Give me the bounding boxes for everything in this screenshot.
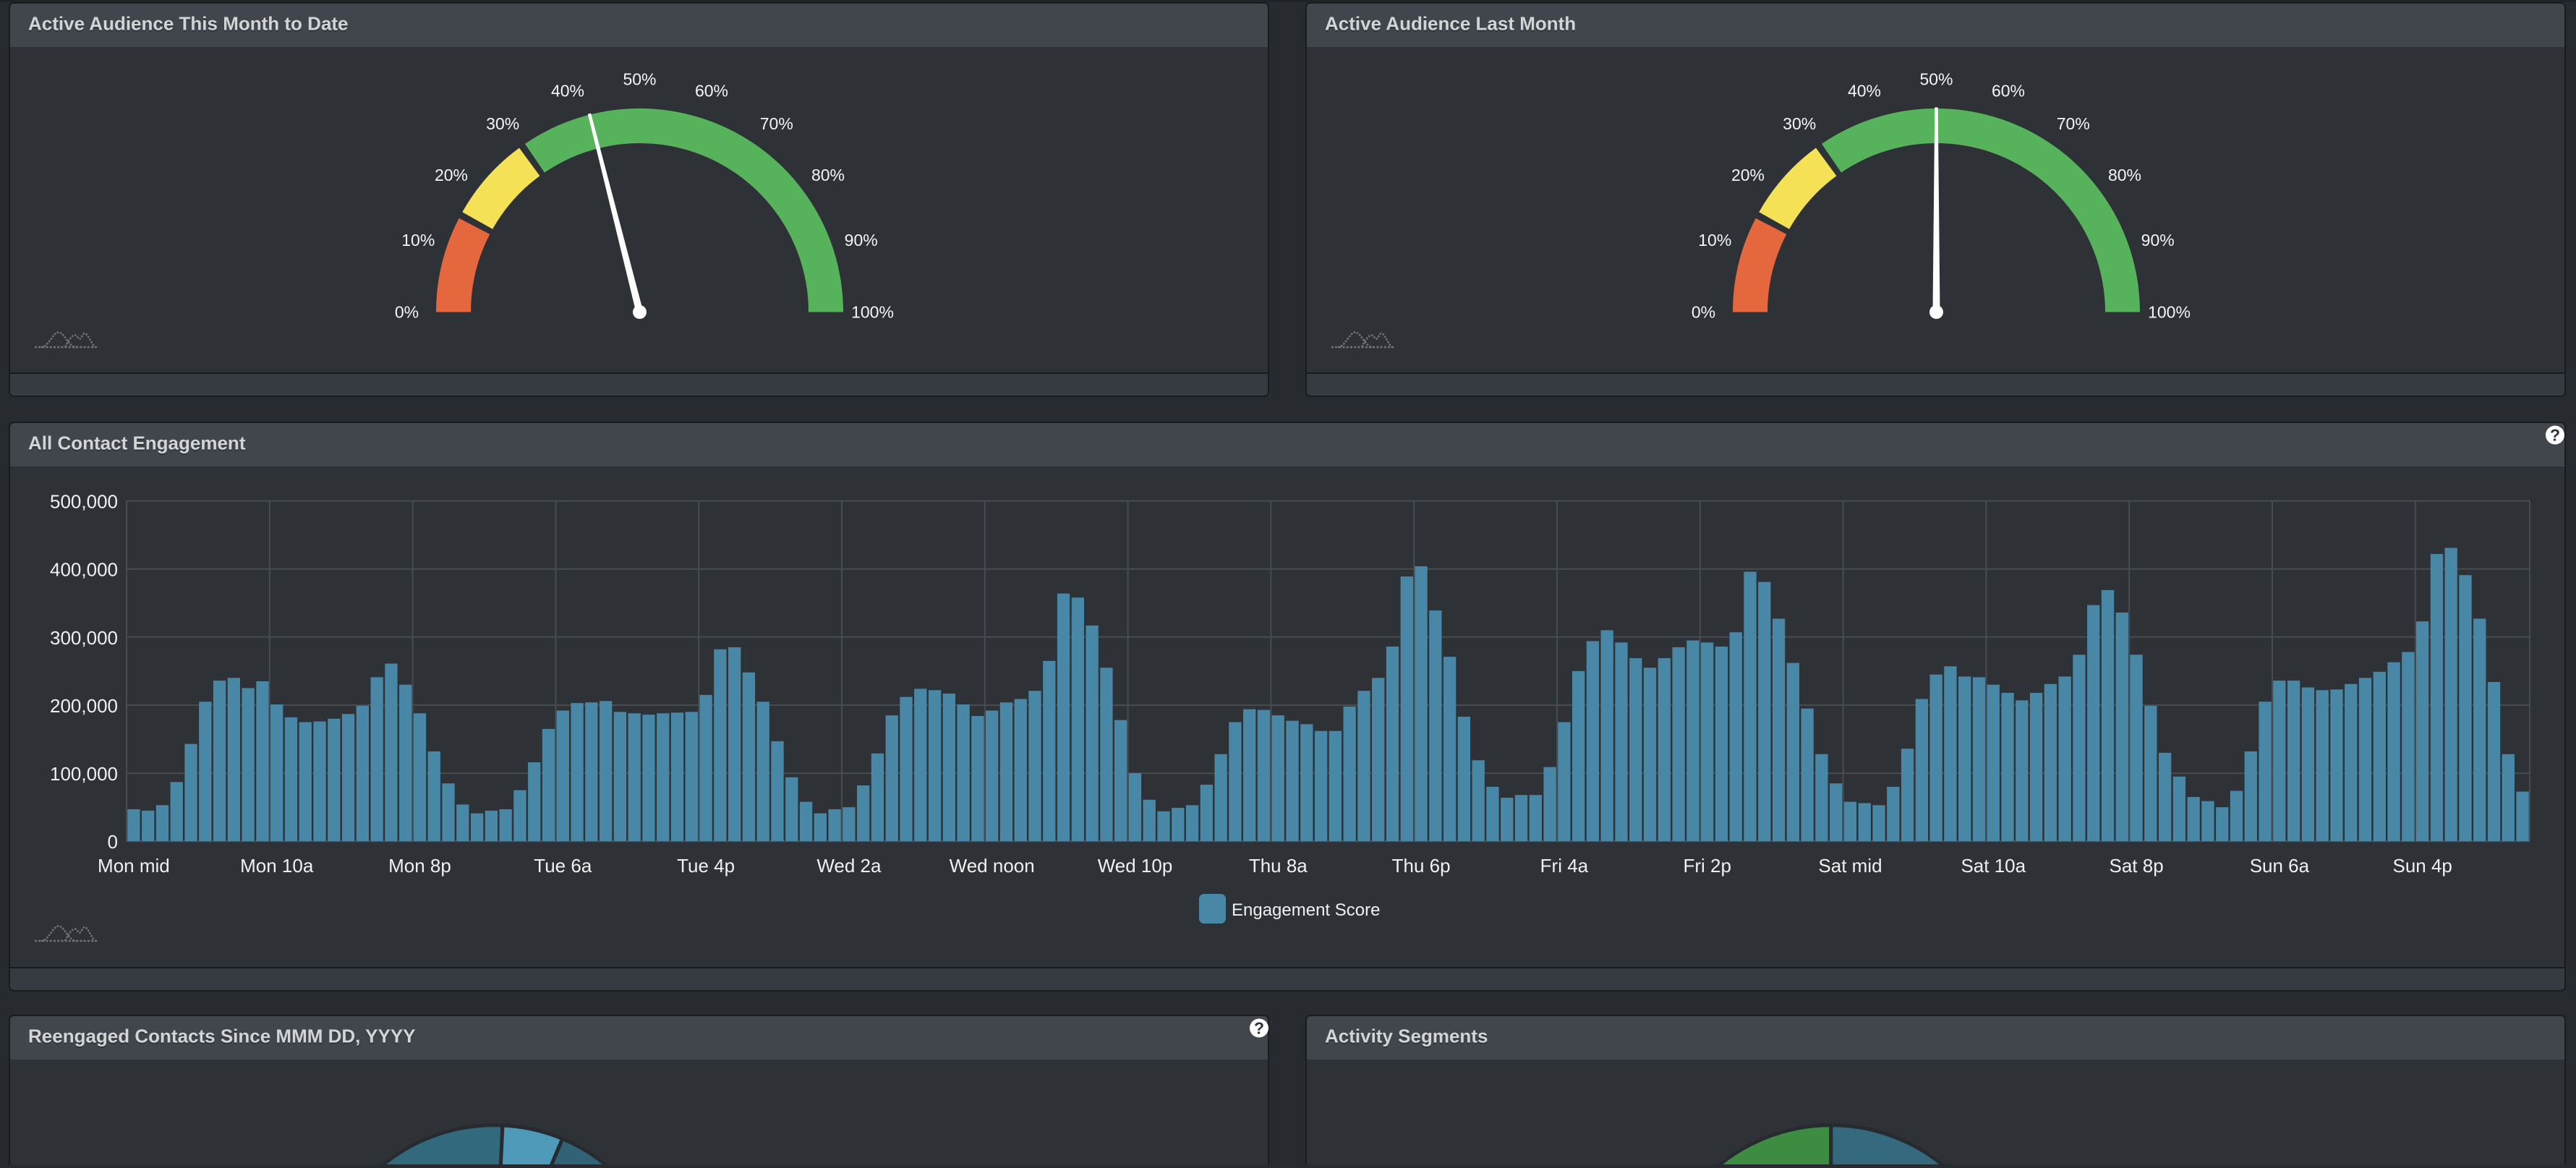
svg-text:300,000: 300,000	[50, 627, 118, 649]
svg-text:0%: 0%	[1692, 303, 1715, 322]
svg-text:50%: 50%	[1919, 70, 1953, 89]
svg-text:Mon 8p: Mon 8p	[388, 855, 451, 877]
svg-text:70%: 70%	[760, 114, 793, 133]
svg-text:20%: 20%	[1731, 166, 1765, 184]
svg-text:80%: 80%	[811, 166, 845, 184]
svg-text:70%: 70%	[2057, 114, 2090, 133]
svg-text:0: 0	[108, 831, 118, 853]
svg-text:60%: 60%	[1992, 81, 2025, 100]
svg-text:Mon mid: Mon mid	[98, 855, 170, 877]
svg-text:Fri 4a: Fri 4a	[1540, 855, 1589, 877]
svg-text:90%: 90%	[845, 231, 878, 250]
svg-text:Sat 8p: Sat 8p	[2110, 855, 2164, 877]
svg-text:Activity Segments: Activity Segments	[1325, 1026, 1488, 1047]
svg-text:Tue 6a: Tue 6a	[534, 855, 592, 877]
svg-text:30%: 30%	[1783, 114, 1816, 133]
svg-text:Mon 10a: Mon 10a	[240, 855, 314, 877]
svg-text:Sat 10a: Sat 10a	[1961, 855, 2026, 877]
svg-text:Fri 2p: Fri 2p	[1683, 855, 1731, 877]
svg-text:Active Audience Last Month: Active Audience Last Month	[1325, 13, 1576, 35]
svg-text:Wed noon: Wed noon	[950, 855, 1035, 877]
svg-text:All Contact Engagement: All Contact Engagement	[28, 432, 246, 454]
svg-text:Sun 4p: Sun 4p	[2392, 855, 2452, 877]
svg-text:0%: 0%	[395, 303, 419, 322]
svg-text:?: ?	[2550, 426, 2560, 445]
svg-text:Tue 4p: Tue 4p	[677, 855, 735, 877]
svg-text:Reengaged Contacts Since MMM D: Reengaged Contacts Since MMM DD, YYYY	[28, 1026, 416, 1047]
svg-text:10%: 10%	[401, 231, 435, 250]
svg-text:200,000: 200,000	[50, 695, 118, 717]
svg-text:Thu 6p: Thu 6p	[1392, 855, 1451, 877]
svg-text:Thu 8a: Thu 8a	[1249, 855, 1308, 877]
svg-text:90%: 90%	[2141, 231, 2175, 250]
svg-text:100%: 100%	[851, 303, 894, 322]
svg-text:Wed 2a: Wed 2a	[816, 855, 882, 877]
svg-text:Sat mid: Sat mid	[1818, 855, 1882, 877]
svg-text:100%: 100%	[2148, 303, 2191, 322]
svg-text:Engagement Score: Engagement Score	[1232, 900, 1380, 920]
svg-text:20%: 20%	[435, 166, 468, 184]
svg-text:50%: 50%	[623, 70, 656, 89]
svg-text:100,000: 100,000	[50, 763, 118, 785]
svg-text:30%: 30%	[486, 114, 519, 133]
svg-text:Wed 10p: Wed 10p	[1098, 855, 1173, 877]
svg-text:80%: 80%	[2108, 166, 2141, 184]
svg-text:?: ?	[1254, 1019, 1264, 1038]
svg-text:Sun 6a: Sun 6a	[2250, 855, 2310, 877]
svg-text:40%: 40%	[1848, 81, 1881, 100]
svg-text:500,000: 500,000	[50, 491, 118, 513]
svg-text:400,000: 400,000	[50, 559, 118, 581]
svg-text:60%: 60%	[695, 81, 728, 100]
svg-text:40%: 40%	[551, 81, 584, 100]
svg-text:Active Audience This Month to: Active Audience This Month to Date	[28, 13, 349, 35]
svg-text:10%: 10%	[1698, 231, 1731, 250]
